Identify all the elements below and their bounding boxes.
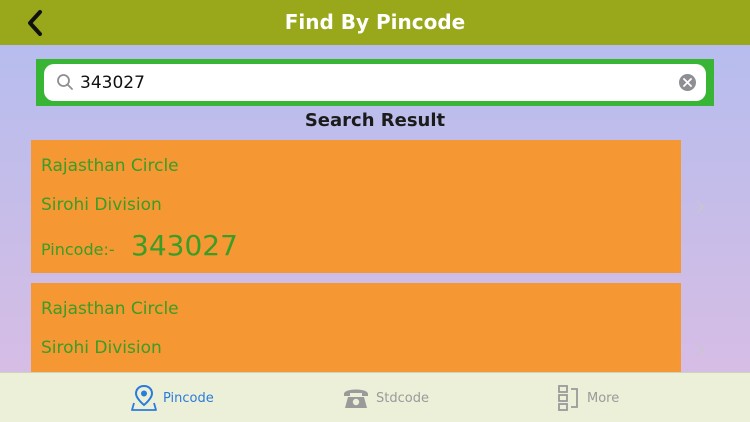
circle-label: Rajasthan Circle — [41, 299, 179, 319]
map-pin-icon — [131, 384, 157, 411]
chevron-right-icon — [696, 343, 705, 357]
circle-label: Rajasthan Circle — [41, 156, 179, 176]
search-bar — [36, 59, 714, 106]
clear-search-button[interactable] — [679, 74, 696, 91]
tab-stdcode[interactable]: Stdcode — [342, 373, 429, 422]
telephone-icon — [344, 389, 368, 408]
pincode-label: Pincode:- — [41, 240, 115, 259]
search-input[interactable] — [80, 67, 660, 98]
clear-icon — [683, 78, 692, 87]
list-item[interactable]: Rajasthan Circle Sirohi Division — [0, 283, 750, 372]
tab-more[interactable]: More — [557, 373, 619, 422]
search-icon — [57, 74, 73, 90]
page-title: Find By Pincode — [284, 10, 466, 34]
results-list: Rajasthan Circle Sirohi Division Pincode… — [0, 140, 750, 372]
pincode-value: 343027 — [131, 229, 238, 262]
chevron-right-icon — [696, 200, 705, 214]
results-heading: Search Result — [304, 110, 446, 131]
division-label: Sirohi Division — [41, 195, 162, 215]
tab-label: Pincode — [163, 390, 214, 406]
navigation-bar: Find By Pincode — [0, 0, 750, 45]
result-card: Rajasthan Circle Sirohi Division — [31, 283, 681, 372]
tab-label: Stdcode — [376, 390, 429, 406]
tab-bar: Pincode Stdcode More — [0, 372, 750, 422]
tab-label: More — [587, 390, 620, 406]
tab-pincode[interactable]: Pincode — [131, 373, 214, 422]
result-card: Rajasthan Circle Sirohi Division Pincode… — [31, 140, 681, 273]
list-item[interactable]: Rajasthan Circle Sirohi Division Pincode… — [0, 140, 750, 273]
search-field-container — [44, 64, 706, 101]
more-icon — [558, 385, 578, 411]
division-label: Sirohi Division — [41, 338, 162, 358]
